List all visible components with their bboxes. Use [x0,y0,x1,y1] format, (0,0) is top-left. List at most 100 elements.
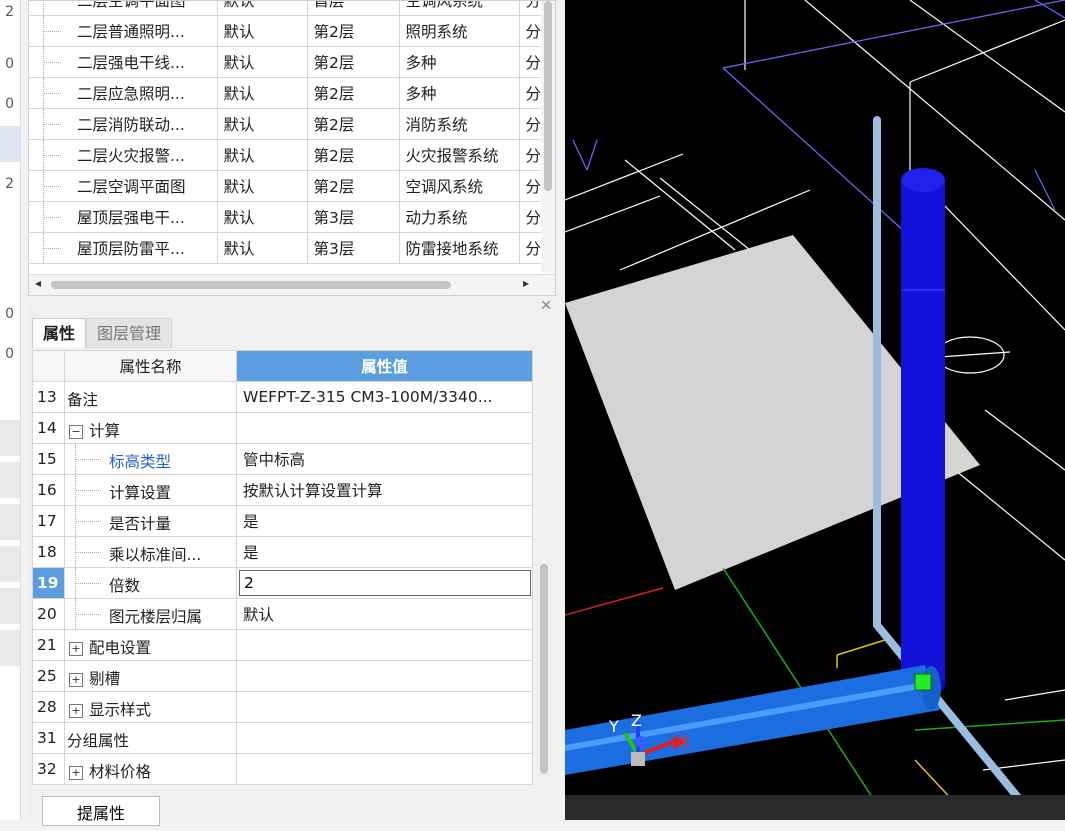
viewport-status-strip [565,795,1065,820]
left-panel-row[interactable] [0,504,20,540]
drawing-name: 二层应急照明... [71,77,218,109]
drawing-floor: 第2层 [307,108,400,140]
property-row[interactable]: 18 乘以标准间... 是 [32,536,533,568]
table-row[interactable]: 二层应急照明... 默认 第2层 多种分 [29,77,543,109]
table-row[interactable]: 屋顶层防雷平... 默认 第3层 防雷接地系统分 [29,232,543,264]
table-row[interactable]: 二层消防联动... 默认 第2层 消防系统分 [29,108,543,140]
drawing-floor: 第2层 [307,170,400,202]
property-name-cell: 乘以标准间... [64,536,237,568]
3d-viewport[interactable]: X Y Z [565,0,1065,820]
table-row[interactable]: 二层普通照明... 默认 第2层 照明系统分 [29,15,543,47]
property-row[interactable]: 31 分组属性 [32,722,533,754]
drawing-extra: 分 [519,15,543,47]
drawing-name: 二层空调平面图 [71,170,218,202]
drawing-type: 默认 [217,139,308,171]
property-value[interactable] [236,660,533,692]
row-number: 19 [32,567,65,599]
scrollbar-thumb[interactable] [51,281,451,289]
table-row[interactable]: 二层空调平面图 默认 首层 空调风系统分 [29,1,543,16]
property-value[interactable]: 按默认计算设置计算 [236,474,533,506]
property-row[interactable]: 32 + 材料价格 [32,753,533,785]
table-row[interactable]: 二层火灾报警... 默认 第2层 火灾报警系统分 [29,139,543,171]
property-value[interactable] [236,691,533,723]
property-value[interactable] [236,722,533,754]
drawing-type: 默认 [217,201,308,233]
drawing-extra: 分 [519,232,543,264]
property-row[interactable]: 14 − 计算 [32,412,533,444]
property-row[interactable]: 17 是否计量 是 [32,505,533,537]
property-value[interactable] [236,412,533,444]
multiplier-input[interactable] [239,570,531,596]
column-header-value: 属性值 [236,350,533,382]
property-name-cell: + 剔槽 [64,660,237,692]
left-panel-selected-row[interactable] [0,126,20,162]
drawing-system: 多种 [399,46,520,78]
row-number: 16 [32,474,65,506]
property-row[interactable]: 28 + 显示样式 [32,691,533,723]
row-number: 20 [32,598,65,630]
drawing-extra: 分 [519,170,543,202]
property-row-selected[interactable]: 19 倍数 [32,567,533,599]
scrollbar-thumb[interactable] [540,564,548,774]
table-row[interactable]: 二层空调平面图 默认 第2层 空调风系统分 [29,170,543,202]
collapse-icon[interactable]: − [69,424,83,439]
axis-z-label: Z [631,711,642,730]
drawing-floor: 第2层 [307,77,400,109]
extract-properties-button[interactable]: 提属性 [42,796,160,826]
property-value[interactable]: 默认 [236,598,533,630]
expand-icon[interactable]: + [69,641,83,656]
drawing-name: 二层普通照明... [71,15,218,47]
arrow-left-icon[interactable]: ◂ [35,276,41,290]
left-panel-row[interactable] [0,420,20,456]
property-name-cell: 备注 [64,381,237,413]
property-name: 倍数 [109,577,141,595]
left-panel-glyph: 0 [5,96,14,112]
drawing-type: 默认 [217,170,308,202]
expand-icon[interactable]: + [69,672,83,687]
drawing-list-vertical-scrollbar[interactable] [541,1,555,273]
property-grid-scrollbar[interactable] [538,564,550,774]
expand-icon[interactable]: + [69,765,83,780]
property-row[interactable]: 20 图元楼层归属 默认 [32,598,533,630]
drawing-list-horizontal-scrollbar[interactable]: ◂ ▸ [29,274,555,295]
row-number: 32 [32,753,65,785]
property-value[interactable]: 管中标高 [236,443,533,475]
left-panel-row[interactable] [0,462,20,498]
tab-layer-management[interactable]: 图层管理 [86,318,173,348]
property-name-cell: 倍数 [64,567,237,599]
property-name: 计算设置 [109,484,172,502]
row-number: 14 [32,412,65,444]
property-value[interactable]: 是 [236,536,533,568]
close-icon[interactable]: ✕ [540,298,552,314]
axis-y-label: Y [608,717,619,736]
expand-icon[interactable]: + [69,703,83,718]
drawing-type: 默认 [217,46,308,78]
property-row[interactable]: 16 计算设置 按默认计算设置计算 [32,474,533,506]
property-value[interactable]: 是 [236,505,533,537]
tab-properties[interactable]: 属性 [32,318,87,348]
property-value[interactable]: WEFPT-Z-315 CM3-100M/3340... [236,381,533,413]
property-value[interactable] [236,753,533,785]
drawing-list-table: 二层空调平面图 默认 首层 空调风系统分 二层普通照明... 默认 第2层 照明系统分 二层… [28,0,556,296]
left-panel-row[interactable] [0,546,20,582]
property-name: 剔槽 [89,670,121,688]
row-number: 25 [32,660,65,692]
drawing-floor: 第3层 [307,232,400,264]
table-row[interactable]: 二层强电干线... 默认 第2层 多种分 [29,46,543,78]
property-row[interactable]: 15 标高类型 管中标高 [32,443,533,475]
left-panel-row[interactable] [0,588,20,624]
row-number: 17 [32,505,65,537]
left-panel-row[interactable] [0,630,20,666]
property-name-cell: 是否计量 [64,505,237,537]
property-name: 配电设置 [89,639,152,657]
property-row[interactable]: 25 + 剔槽 [32,660,533,692]
scrollbar-thumb[interactable] [544,1,552,191]
property-row[interactable]: 21 + 配电设置 [32,629,533,661]
drawing-system: 火灾报警系统 [399,139,520,171]
property-name-cell: 标高类型 [64,443,237,475]
arrow-right-icon[interactable]: ▸ [523,276,529,290]
property-row[interactable]: 13 备注 WEFPT-Z-315 CM3-100M/3340... [32,381,533,413]
property-value[interactable] [236,629,533,661]
table-row[interactable]: 屋顶层强电干... 默认 第3层 动力系统分 [29,201,543,233]
drawing-name: 二层强电干线... [71,46,218,78]
